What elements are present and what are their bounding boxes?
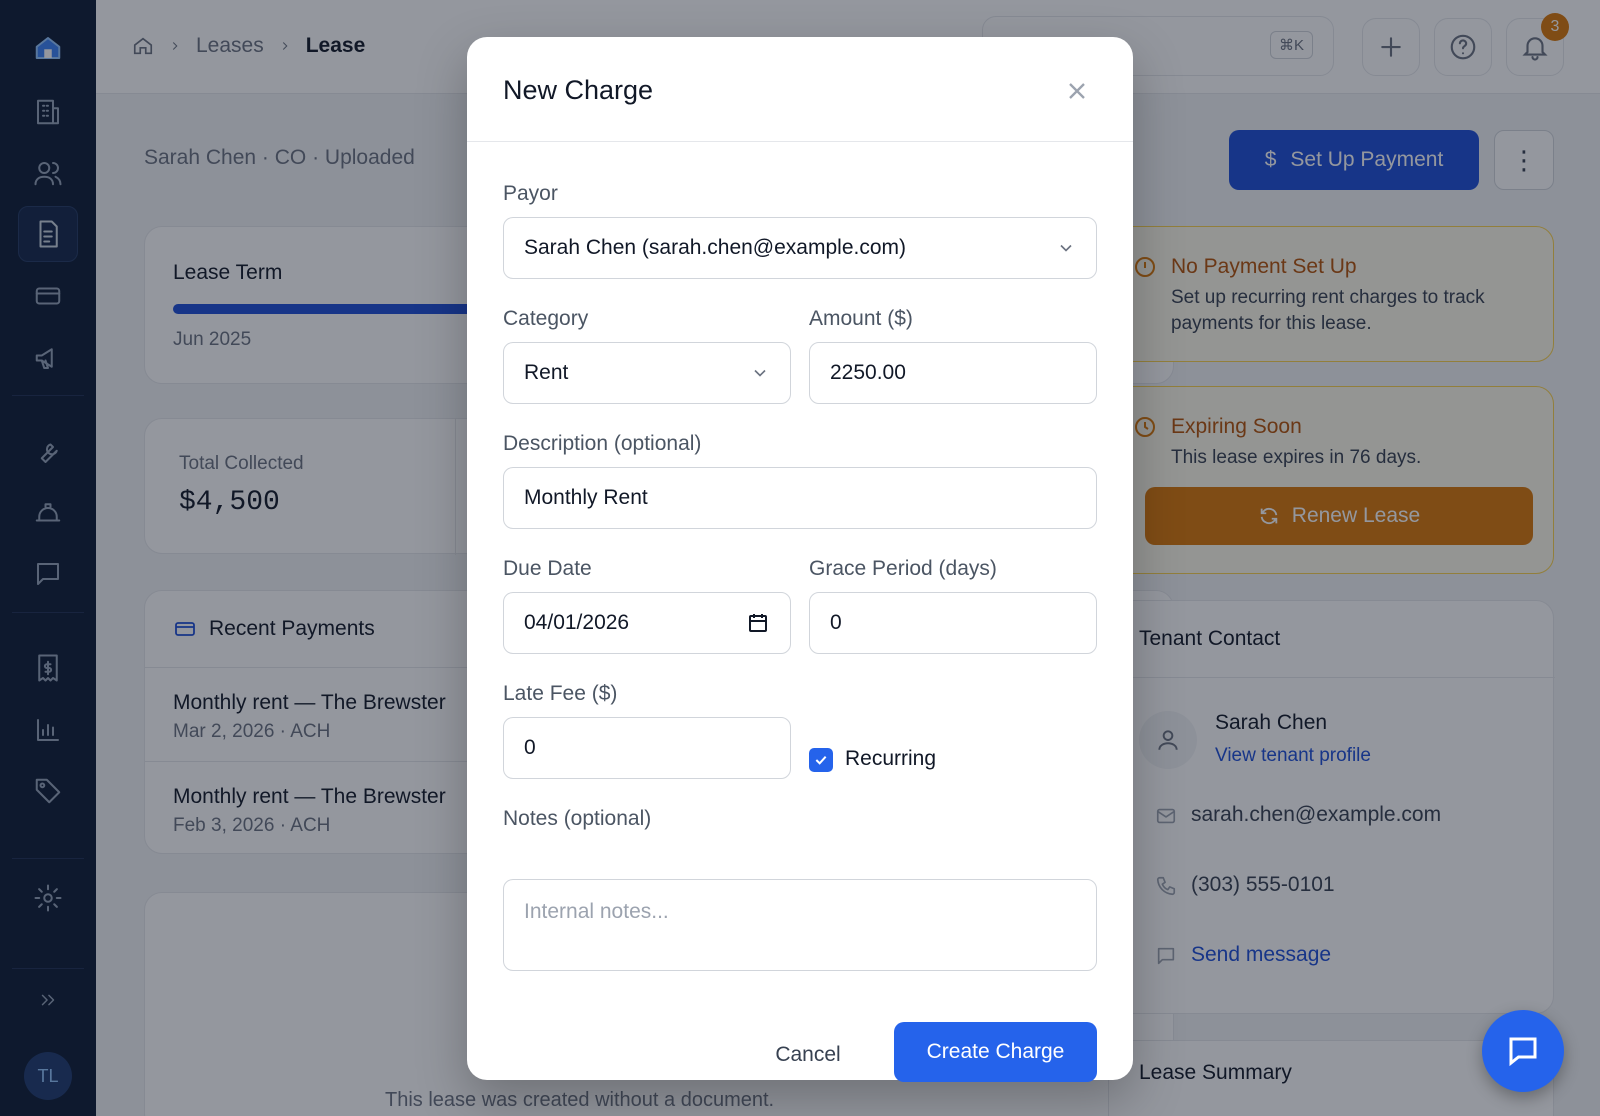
chevron-down-icon: [1056, 238, 1076, 258]
modal-header: New Charge: [467, 37, 1133, 142]
due-date-input[interactable]: 04/01/2026: [503, 592, 791, 654]
description-input[interactable]: Monthly Rent: [503, 467, 1097, 529]
category-select[interactable]: Rent: [503, 342, 791, 404]
description-value: Monthly Rent: [524, 486, 648, 509]
late-fee-value: 0: [524, 736, 536, 759]
category-label: Category: [503, 307, 589, 330]
due-date-label: Due Date: [503, 557, 592, 580]
due-date-value: 04/01/2026: [524, 611, 630, 634]
payor-value: Sarah Chen (sarah.chen@example.com): [524, 236, 906, 259]
description-label: Description (optional): [503, 432, 702, 455]
close-button[interactable]: [1063, 77, 1091, 105]
new-charge-modal: New Charge Payor Sarah Chen (sarah.chen@…: [467, 37, 1133, 1082]
amount-value: 2250.00: [830, 361, 906, 384]
notes-label: Notes (optional): [503, 807, 652, 830]
amount-label: Amount ($): [809, 307, 913, 330]
payor-label: Payor: [503, 182, 558, 205]
recurring-checkbox[interactable]: [809, 748, 833, 772]
check-icon: [815, 755, 827, 765]
category-value: Rent: [524, 361, 569, 384]
notes-placeholder: Internal notes...: [524, 900, 669, 923]
late-fee-input[interactable]: 0: [503, 717, 791, 779]
calendar-icon[interactable]: [746, 611, 770, 635]
modal-title: New Charge: [503, 75, 654, 105]
notes-textarea[interactable]: Internal notes...: [503, 879, 1097, 971]
late-fee-label: Late Fee ($): [503, 682, 618, 705]
chat-icon: [1509, 1037, 1537, 1067]
grace-period-value: 0: [830, 611, 842, 634]
chat-button[interactable]: [1482, 1010, 1564, 1092]
recurring-label[interactable]: Recurring: [845, 747, 936, 771]
amount-input[interactable]: 2250.00: [809, 342, 1097, 404]
grace-period-label: Grace Period (days): [809, 557, 997, 580]
cancel-button[interactable]: Cancel: [753, 1025, 863, 1085]
create-charge-button[interactable]: Create Charge: [894, 1022, 1097, 1082]
payor-select[interactable]: Sarah Chen (sarah.chen@example.com): [503, 217, 1097, 279]
close-icon: [1069, 83, 1085, 99]
grace-period-input[interactable]: 0: [809, 592, 1097, 654]
chevron-down-icon: [750, 363, 770, 383]
